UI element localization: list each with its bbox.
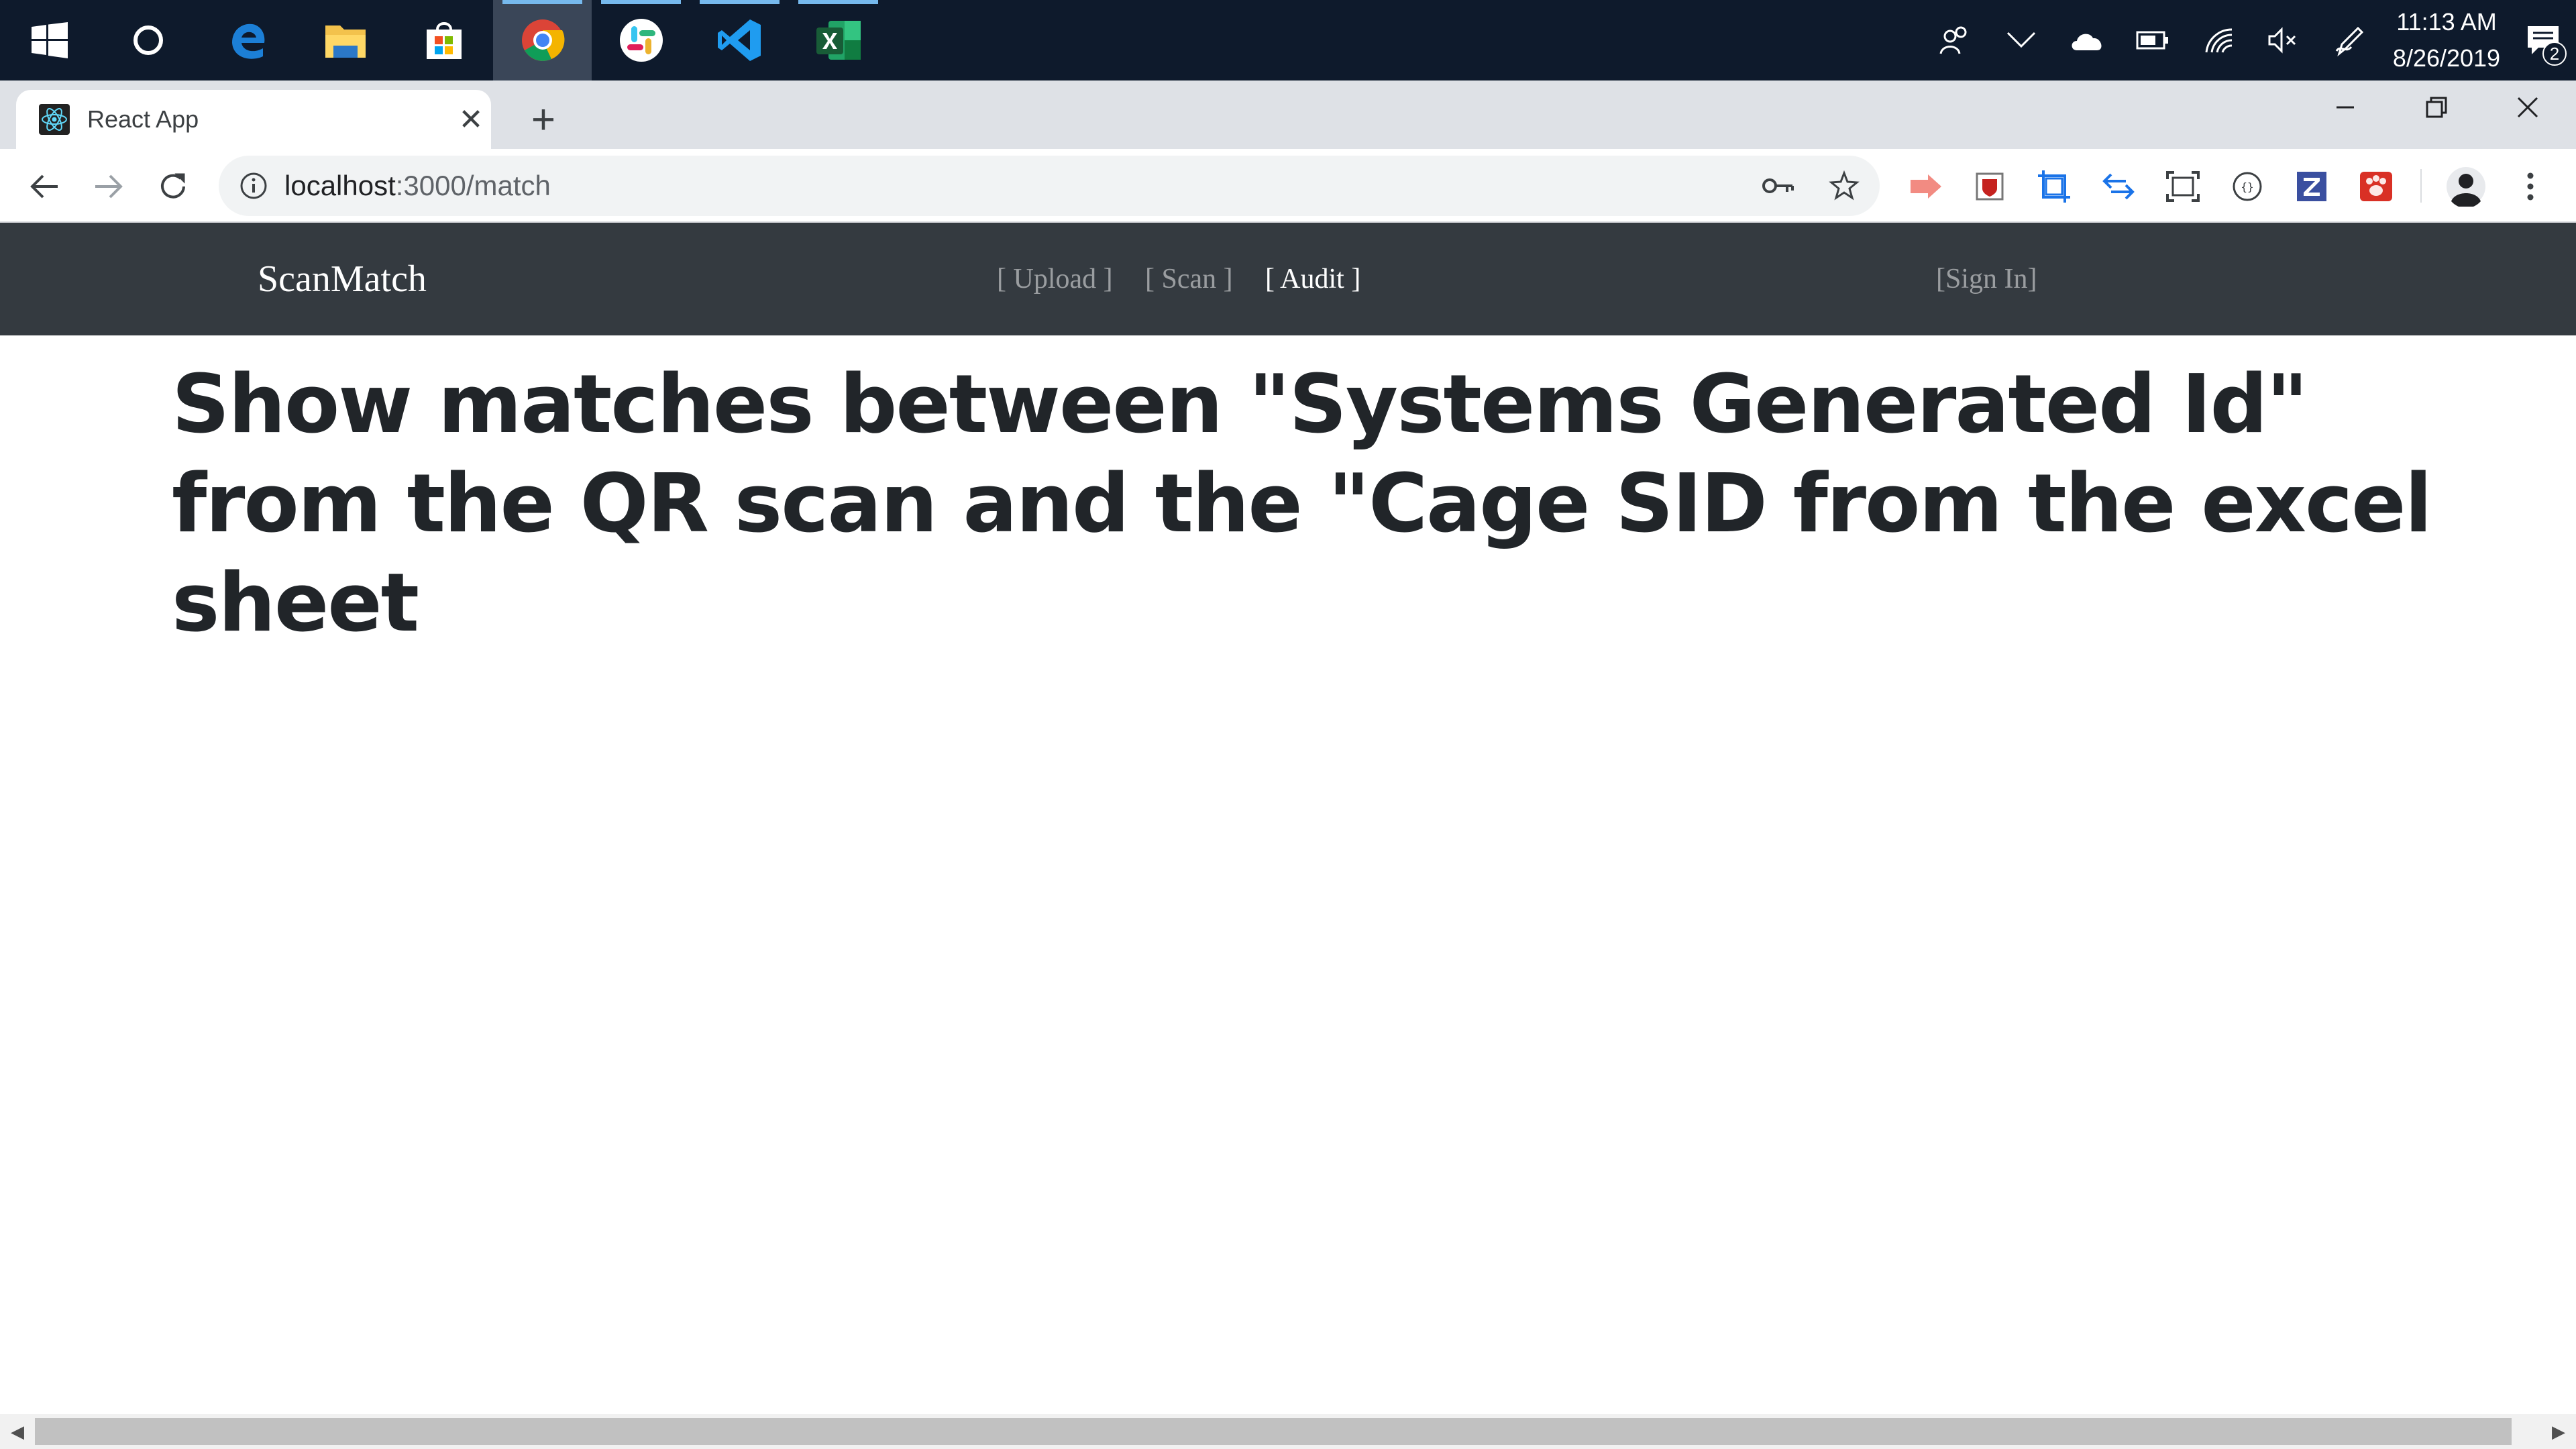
nav-signin-link[interactable]: [Sign In] [1936,223,2037,335]
vertical-dots-icon [2527,172,2534,201]
forward-button[interactable] [83,161,134,212]
arrow-right-icon [95,174,123,199]
cortana-button[interactable] [99,0,197,80]
chrome-menu-button[interactable] [2505,161,2556,212]
nav-scan-link[interactable]: [ Scan ] [1145,223,1233,335]
slack-button[interactable] [592,0,690,80]
wifi-button[interactable] [2186,0,2251,80]
url-host: localhost [284,170,396,201]
minimize-icon [2337,106,2354,109]
battery-icon [2136,31,2168,50]
nav-audit-link[interactable]: [ Audit ] [1265,223,1360,335]
shield-extension-icon [1976,172,2004,201]
volume-button[interactable] [2251,0,2317,80]
clock-time: 11:13 AM [2396,8,2497,36]
vscode-icon [717,19,761,61]
extension-pocket-button[interactable] [1900,161,1951,212]
arrow-left-icon [30,174,58,199]
restore-button[interactable] [2391,80,2482,134]
windows-start-icon [31,22,68,58]
svg-text:{}: {} [2241,180,2253,193]
onedrive-button[interactable] [2054,0,2120,80]
extension-crop-button[interactable] [2029,161,2080,212]
chrome-icon [521,19,564,61]
info-icon[interactable] [239,171,268,201]
app-navbar: ScanMatch [ Upload ] [ Scan ] [ Audit ] … [0,223,2576,335]
extension-mcafee-button[interactable] [1964,161,2015,212]
swap-arrows-icon [2102,173,2135,200]
reload-icon [161,173,185,199]
react-favicon-icon [39,104,70,135]
vscode-button[interactable] [690,0,789,80]
page-heading: Show matches between "Systems Generated … [172,358,2432,650]
pen-icon [2335,26,2364,56]
edge-button[interactable] [197,0,296,80]
new-tab-button[interactable]: + [517,93,570,146]
pen-workspace-button[interactable] [2317,0,2383,80]
battery-button[interactable] [2120,0,2186,80]
extension-paw-button[interactable] [2351,161,2402,212]
file-explorer-icon [325,25,366,58]
zotero-icon [2297,172,2326,201]
extension-swap-button[interactable] [2093,161,2144,212]
profile-avatar[interactable] [2440,161,2491,212]
edge-icon [231,23,264,59]
extension-zotero-button[interactable] [2286,161,2337,212]
store-button[interactable] [394,0,493,80]
minimize-button[interactable] [2300,80,2391,134]
avatar-icon [2447,167,2485,207]
browser-toolbar: localhost:3000/match {} [0,149,2576,223]
arrow-extension-icon [1911,174,1941,199]
slack-icon [619,19,663,62]
braces-icon: {} [2233,172,2262,201]
taskbar-clock[interactable]: 11:13 AM 8/26/2019 [2383,4,2510,76]
show-hidden-icons-button[interactable] [1988,0,2054,80]
reload-button[interactable] [148,161,199,212]
paw-icon [2360,172,2392,201]
address-bar[interactable]: localhost:3000/match [219,156,1880,216]
people-button[interactable] [1923,0,1988,80]
system-tray: 11:13 AM 8/26/2019 2 [1923,0,2576,80]
close-window-button[interactable] [2482,80,2573,134]
people-icon [1939,26,1967,54]
horizontal-scrollbar[interactable]: ◀ ▶ [0,1414,2576,1449]
chevron-up-icon [2006,32,2036,48]
screen: 11:13 AM 8/26/2019 2 React App ✕ + local… [0,0,2576,1449]
restore-icon [2426,97,2447,118]
action-center-button[interactable]: 2 [2510,0,2576,80]
url-path: :3000/match [395,170,551,201]
scroll-right-arrow-icon[interactable]: ▶ [2541,1414,2576,1449]
key-icon[interactable] [1762,176,1795,196]
excel-button[interactable] [789,0,888,80]
back-button[interactable] [19,161,70,212]
navbar-brand[interactable]: ScanMatch [258,223,427,335]
nav-upload-link[interactable]: [ Upload ] [997,223,1113,335]
browser-tab-strip: React App ✕ + [0,80,2576,149]
tab-close-icon[interactable]: ✕ [451,103,491,137]
windows-taskbar: 11:13 AM 8/26/2019 2 [0,0,2576,80]
chrome-button[interactable] [493,0,592,80]
scrollbar-thumb[interactable] [35,1418,2512,1445]
windows-start-button[interactable] [0,0,99,80]
notification-count-badge: 2 [2542,42,2567,66]
url-text: localhost:3000/match [284,170,551,202]
cortana-icon [133,25,163,55]
crop-icon [2038,170,2070,203]
volume-muted-icon [2268,27,2296,54]
screenshot-icon [2166,171,2200,202]
excel-icon [816,21,861,60]
onedrive-icon [2072,34,2102,50]
toolbar-divider [2420,169,2422,203]
file-explorer-button[interactable] [296,0,394,80]
store-icon [426,22,462,59]
tab-title: React App [87,105,199,133]
extension-json-button[interactable]: {} [2222,161,2273,212]
wifi-icon [2205,28,2233,53]
extension-screenshot-button[interactable] [2157,161,2208,212]
scroll-left-arrow-icon[interactable]: ◀ [0,1414,35,1449]
clock-date: 8/26/2019 [2392,44,2501,72]
bookmark-star-icon[interactable] [1829,170,1860,201]
close-icon [2517,97,2538,118]
browser-tab-react-app[interactable]: React App ✕ [16,90,491,149]
